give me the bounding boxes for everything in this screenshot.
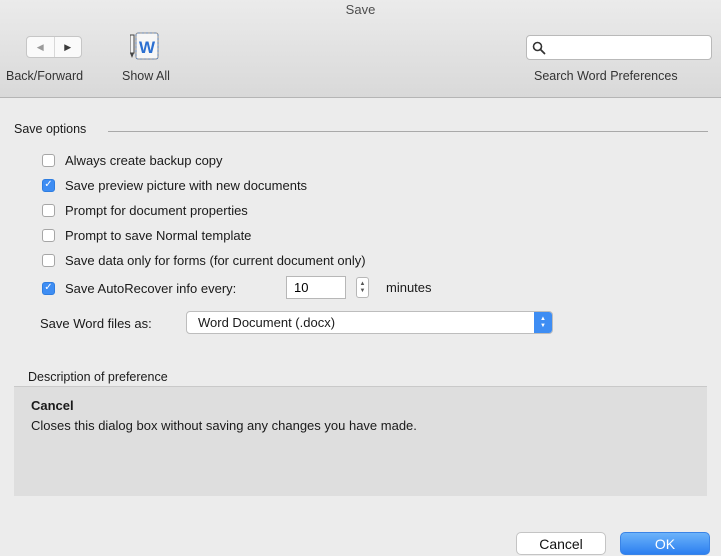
description-title: Cancel: [31, 398, 74, 413]
option-save-autorecover[interactable]: ✓ Save AutoRecover info every:: [42, 279, 236, 297]
option-label: Prompt to save Normal template: [65, 227, 252, 243]
section-divider: [108, 131, 708, 132]
checkbox-save-preview-picture[interactable]: ✓: [42, 178, 55, 192]
stepper-up-icon: ▲: [359, 280, 366, 287]
save-format-select[interactable]: Word Document (.docx) ▲ ▼: [186, 311, 553, 334]
option-label: Save AutoRecover info every:: [65, 280, 237, 296]
checkmark-icon: ✓: [44, 282, 53, 293]
checkbox-save-data-only-forms[interactable]: [42, 253, 55, 267]
word-preferences-icon: W: [129, 32, 159, 60]
option-save-data-only-forms[interactable]: Save data only for forms (for current do…: [42, 251, 366, 269]
window-title: Save: [345, 2, 376, 17]
checkmark-icon: ✓: [44, 179, 53, 190]
autorecover-minutes-stepper[interactable]: ▲ ▼: [356, 277, 369, 298]
cancel-button[interactable]: Cancel: [516, 532, 606, 555]
option-prompt-document-properties[interactable]: Prompt for document properties: [42, 201, 248, 219]
option-label: Save preview picture with new documents: [65, 177, 308, 193]
description-panel: Cancel Closes this dialog box without sa…: [14, 386, 707, 496]
save-format-value: Word Document (.docx): [198, 315, 336, 330]
option-save-preview-picture[interactable]: ✓ Save preview picture with new document…: [42, 176, 307, 194]
autorecover-minutes-input[interactable]: [286, 276, 346, 299]
back-forward-label: Back/Forward: [6, 69, 84, 83]
back-arrow-icon: ◀: [36, 41, 44, 52]
save-format-label: Save Word files as:: [40, 316, 152, 331]
back-forward-control: ◀ ▶: [26, 36, 82, 58]
checkbox-prompt-document-properties[interactable]: [42, 203, 55, 217]
search-input[interactable]: [526, 35, 712, 60]
ok-button[interactable]: OK: [620, 532, 710, 555]
svg-text:W: W: [139, 38, 156, 57]
magnifier-icon: [532, 41, 546, 55]
option-prompt-normal-template[interactable]: Prompt to save Normal template: [42, 226, 251, 244]
checkbox-save-autorecover[interactable]: ✓: [42, 281, 55, 295]
option-label: Save data only for forms (for current do…: [65, 252, 366, 268]
save-options-header: Save options: [14, 122, 87, 136]
back-button[interactable]: ◀: [27, 37, 54, 57]
option-label: Prompt for document properties: [65, 202, 248, 218]
show-all-button[interactable]: W: [129, 32, 176, 62]
select-chevron-icon: ▲ ▼: [534, 312, 552, 333]
forward-button[interactable]: ▶: [53, 37, 82, 57]
minutes-label: minutes: [386, 280, 432, 295]
toolbar: Save ◀ ▶ Back/Forward W Show All Search …: [0, 0, 721, 98]
checkbox-prompt-normal-template[interactable]: [42, 228, 55, 242]
forward-arrow-icon: ▶: [64, 41, 72, 52]
show-all-label: Show All: [122, 69, 170, 83]
checkbox-always-create-backup[interactable]: [42, 153, 55, 167]
description-header: Description of preference: [28, 370, 168, 384]
option-label: Always create backup copy: [65, 152, 223, 168]
option-always-create-backup[interactable]: Always create backup copy: [42, 151, 223, 169]
description-text: Closes this dialog box without saving an…: [31, 418, 417, 433]
stepper-down-icon: ▼: [359, 287, 366, 294]
search-label: Search Word Preferences: [534, 69, 678, 83]
